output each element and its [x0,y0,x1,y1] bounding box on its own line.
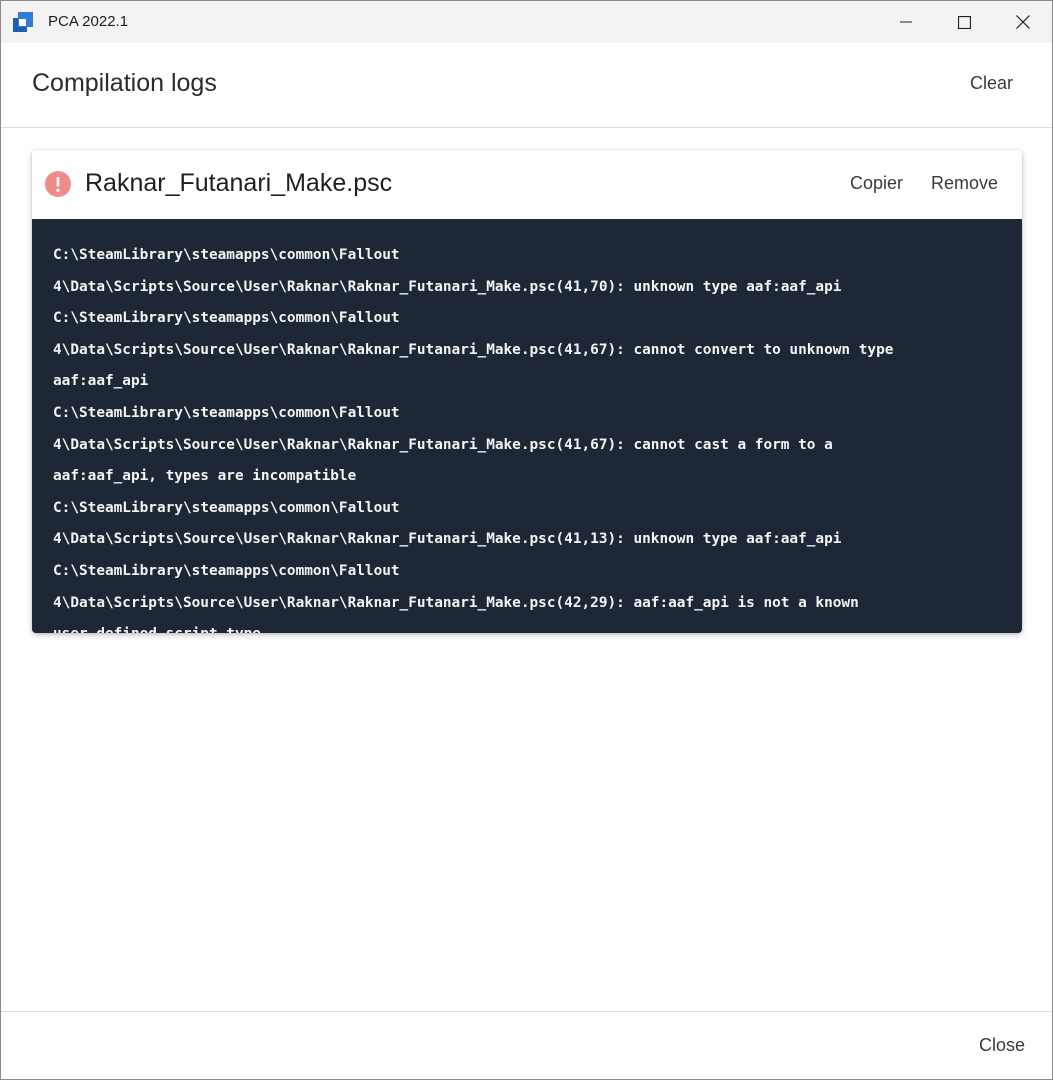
logs-content[interactable]: Raknar_Futanari_Make.psc Copier Remove C… [1,128,1052,1010]
log-line: C:\SteamLibrary\steamapps\common\Fallout [53,562,400,579]
dialog-footer: Close [1,1011,1052,1079]
log-line: aaf:aaf_api [53,373,149,390]
log-line: C:\SteamLibrary\steamapps\common\Fallout [53,499,400,516]
log-line: 4\Data\Scripts\Source\User\Raknar\Raknar… [53,594,859,611]
error-icon [45,171,71,197]
log-line: 4\Data\Scripts\Source\User\Raknar\Raknar… [53,341,894,358]
close-button[interactable]: Close [979,1035,1025,1056]
log-line: 4\Data\Scripts\Source\User\Raknar\Raknar… [53,531,842,548]
copy-button[interactable]: Copier [850,173,903,194]
log-line: aaf:aaf_api, types are incompatible [53,468,357,485]
log-line: 4\Data\Scripts\Source\User\Raknar\Raknar… [53,278,842,295]
window-title: PCA 2022.1 [48,13,129,30]
log-card-header: Raknar_Futanari_Make.psc Copier Remove [32,150,1022,219]
maximize-icon [957,15,971,29]
app-window: PCA 2022.1 Compilation logs Clear Raknar… [0,0,1053,1080]
log-card: Raknar_Futanari_Make.psc Copier Remove C… [32,150,1022,633]
log-line: C:\SteamLibrary\steamapps\common\Fallout [53,310,400,327]
log-file-name: Raknar_Futanari_Make.psc [85,169,393,197]
app-logo-icon [13,12,33,32]
dialog-header: Compilation logs Clear [1,43,1052,128]
title-bar[interactable]: PCA 2022.1 [1,1,1052,43]
maximize-button[interactable] [935,1,993,43]
log-line: C:\SteamLibrary\steamapps\common\Fallout [53,404,400,421]
minimize-button[interactable] [877,1,935,43]
log-line: 4\Data\Scripts\Source\User\Raknar\Raknar… [53,436,833,453]
page-title: Compilation logs [32,69,217,97]
close-window-button[interactable] [994,1,1052,43]
log-line: C:\SteamLibrary\steamapps\common\Fallout [53,247,400,263]
log-output[interactable]: C:\SteamLibrary\steamapps\common\Fallout… [32,219,1022,633]
clear-button[interactable]: Clear [970,73,1013,94]
remove-button[interactable]: Remove [931,173,998,194]
log-line: user-defined script type [53,619,1002,633]
minimize-icon [900,21,912,23]
close-icon [1016,15,1030,29]
